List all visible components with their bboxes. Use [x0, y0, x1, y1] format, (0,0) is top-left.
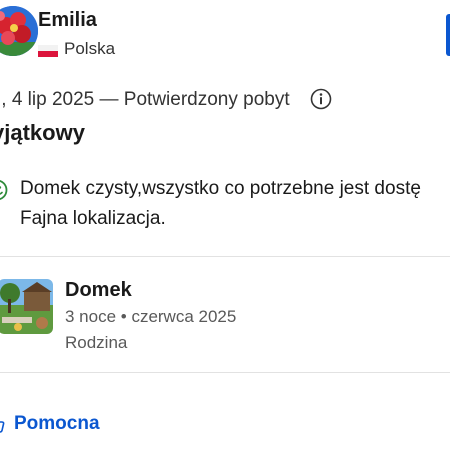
reviewer-name: Emilia	[38, 9, 97, 31]
positive-comment-line-1: Domek czysty,wszystko co potrzebne jest …	[20, 178, 421, 199]
divider	[0, 256, 450, 257]
positive-comment-line-2: Fajna lokalizacja.	[20, 208, 166, 229]
divider	[0, 372, 450, 373]
stay-date-verified: ., 4 lip 2025 — Potwierdzony pobyt	[0, 89, 290, 110]
thumbs-up-icon	[0, 421, 5, 433]
reviewer-avatar	[0, 6, 38, 56]
smile-positive-icon	[0, 178, 8, 202]
helpful-label: Pomocna	[14, 413, 100, 434]
traveler-type: Rodzina	[65, 333, 128, 352]
score-badge	[446, 14, 450, 56]
review-title: yjątkowy	[0, 120, 85, 145]
property-name[interactable]: Domek	[65, 278, 132, 302]
info-icon[interactable]	[310, 88, 332, 110]
poland-flag-icon	[38, 45, 58, 57]
helpful-button[interactable]: Pomocna	[0, 410, 100, 438]
garden-house-photo-icon	[0, 279, 53, 334]
stay-details: 3 noce • czerwca 2025	[65, 307, 237, 326]
flower-avatar-icon	[0, 6, 38, 56]
property-photo[interactable]	[0, 279, 53, 334]
reviewer-country: Polska	[64, 39, 116, 58]
